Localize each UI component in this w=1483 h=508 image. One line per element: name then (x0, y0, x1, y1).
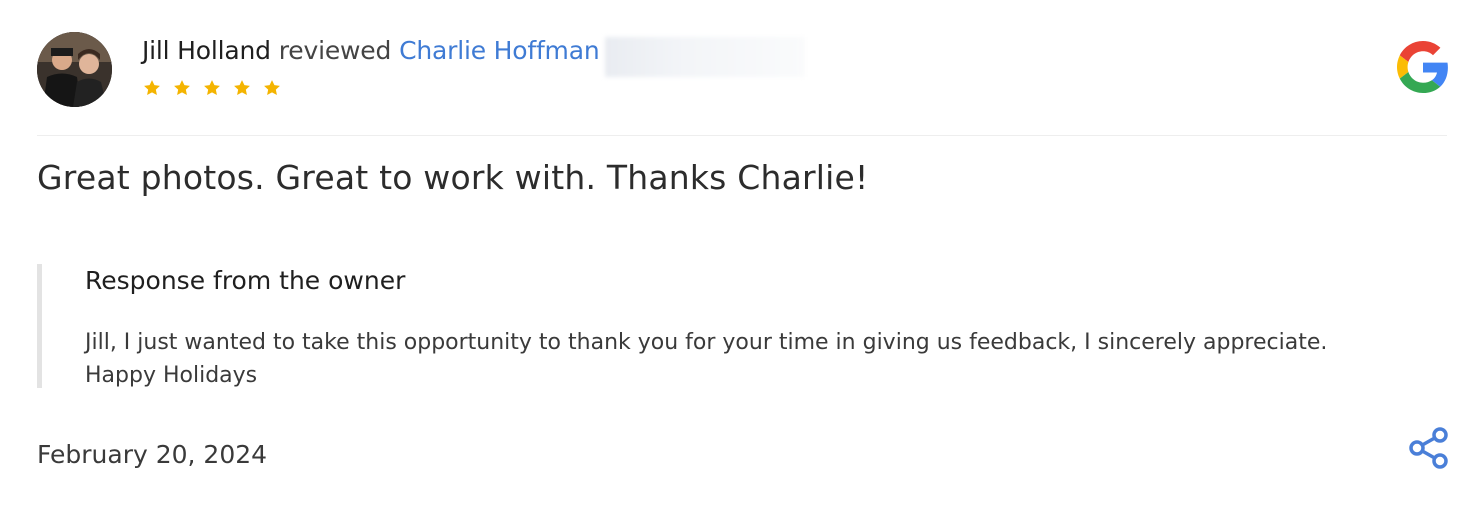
star-icon (144, 80, 160, 95)
owner-response: Response from the owner Jill, I just wan… (37, 264, 1372, 388)
star-rating (142, 78, 282, 98)
review-card: Jill Holland reviewed Charlie Hoffman Gr… (0, 0, 1483, 508)
business-name-link[interactable]: Charlie Hoffman (399, 36, 600, 65)
google-logo-icon (1397, 41, 1449, 93)
header-divider (37, 135, 1447, 136)
share-icon[interactable] (1406, 425, 1452, 471)
reviewer-name[interactable]: Jill Holland (142, 36, 271, 65)
owner-response-text: Jill, I just wanted to take this opportu… (85, 330, 1328, 388)
redacted-text (605, 37, 806, 77)
star-icon (234, 80, 250, 95)
owner-response-title: Response from the owner (85, 266, 406, 295)
reviewed-label: reviewed (278, 36, 392, 65)
review-text: Great photos. Great to work with. Thanks… (37, 158, 869, 197)
star-icon (174, 80, 190, 95)
review-date: February 20, 2024 (37, 440, 268, 469)
review-header: Jill Holland reviewed Charlie Hoffman (142, 36, 806, 77)
reviewer-avatar[interactable] (37, 32, 112, 107)
star-icon (264, 80, 280, 95)
star-icon (204, 80, 220, 95)
